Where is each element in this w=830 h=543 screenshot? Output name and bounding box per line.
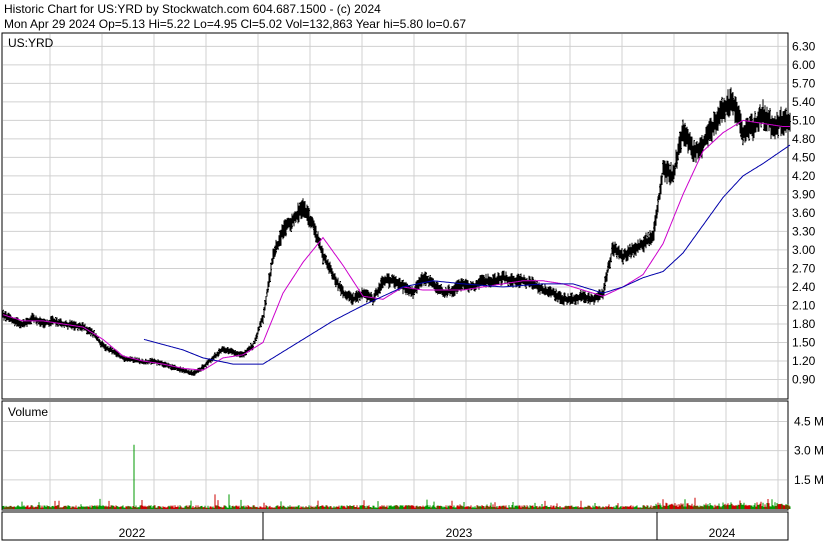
price-tick-label: 0.90 — [792, 372, 816, 386]
volume-tick-label: 4.5 M — [794, 414, 824, 428]
price-tick-label: 2.70 — [792, 261, 816, 275]
price-tick-label: 5.70 — [792, 76, 816, 90]
volume-tick-label: 1.5 M — [794, 473, 824, 487]
chart-header-line2: Mon Apr 29 2024 Op=5.13 Hi=5.22 Lo=4.95 … — [4, 17, 466, 31]
price-tick-label: 1.50 — [792, 335, 816, 349]
volume-tick-label: 3.0 M — [794, 444, 824, 458]
price-tick-label: 3.60 — [792, 206, 816, 220]
price-tick-label: 5.10 — [792, 113, 816, 127]
price-panel-label: US:YRD — [8, 36, 54, 50]
year-label-2023: 2023 — [446, 526, 473, 540]
year-label-2022: 2022 — [119, 526, 146, 540]
price-axis: 0.90 1.20 1.50 1.80 2.10 2.40 2.70 3.00 3.30 3.60… — [792, 39, 816, 386]
price-tick-label: 1.20 — [792, 354, 816, 368]
price-tick-label: 6.30 — [792, 39, 816, 53]
volume-panel-label: Volume — [8, 405, 48, 419]
stock-chart: Historic Chart for US:YRD by Stockwatch.… — [1, 2, 824, 541]
price-tick-label: 1.80 — [792, 317, 816, 331]
volume-panel — [1, 400, 789, 511]
price-tick-label: 4.80 — [792, 132, 816, 146]
year-label-2024: 2024 — [709, 526, 736, 540]
price-tick-label: 2.10 — [792, 298, 816, 312]
chart-header-line1: Historic Chart for US:YRD by Stockwatch.… — [4, 2, 381, 16]
price-tick-label: 3.00 — [792, 243, 816, 257]
price-tick-label: 3.30 — [792, 224, 816, 238]
price-tick-label: 2.40 — [792, 280, 816, 294]
price-tick-label: 5.40 — [792, 95, 816, 109]
price-tick-label: 6.00 — [792, 58, 816, 72]
price-panel — [1, 32, 789, 400]
price-tick-label: 4.50 — [792, 150, 816, 164]
volume-axis: 1.5 M 3.0 M 4.5 M — [794, 414, 824, 486]
price-tick-label: 4.20 — [792, 169, 816, 183]
price-tick-label: 3.90 — [792, 187, 816, 201]
